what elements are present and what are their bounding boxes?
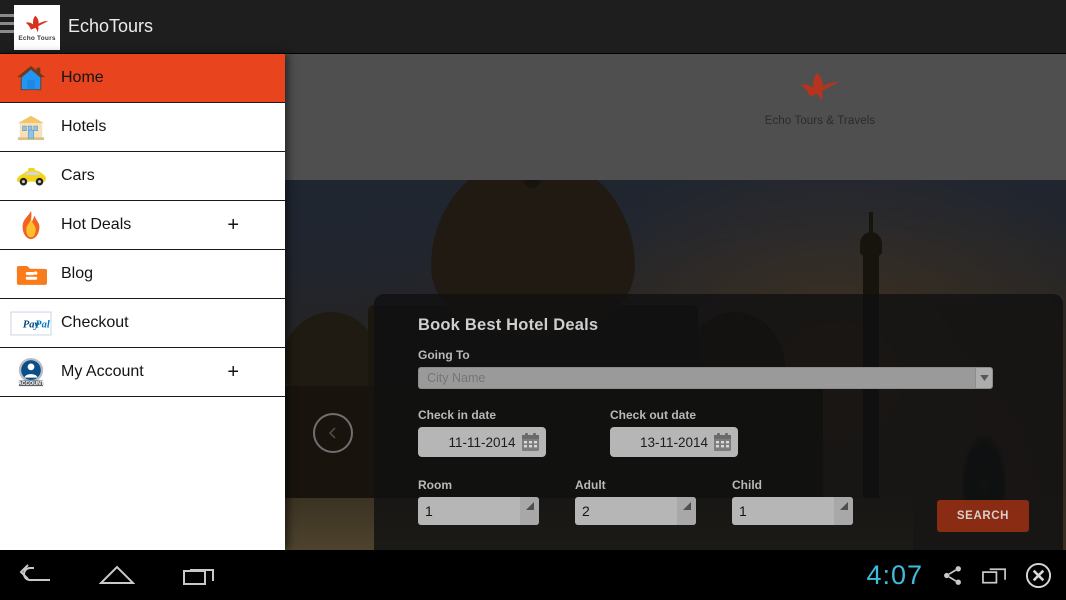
child-group: Child 1: [732, 478, 853, 525]
child-select[interactable]: 1: [732, 497, 853, 525]
app-logo-tile[interactable]: Echo Tours: [14, 5, 60, 50]
checkin-group: Check in date 11-11-2014: [418, 408, 546, 457]
sidebar-item-checkout[interactable]: Pay Pal Checkout: [0, 299, 285, 348]
calendar-icon[interactable]: [713, 432, 732, 452]
search-button[interactable]: SEARCH: [937, 500, 1029, 532]
hotel-icon: [10, 110, 52, 144]
adult-select-arrow[interactable]: [677, 497, 696, 525]
going-to-label: Going To: [418, 348, 470, 362]
sidebar-item-cars[interactable]: Cars: [0, 152, 285, 201]
svg-text:ACCOUNT: ACCOUNT: [18, 381, 45, 387]
city-input[interactable]: [418, 367, 975, 389]
recent-apps-icon[interactable]: [182, 564, 216, 586]
paypal-icon: Pay Pal: [10, 306, 52, 340]
taxi-icon: [10, 159, 52, 193]
sidebar-item-label: My Account: [61, 363, 144, 380]
room-group: Room 1: [418, 478, 539, 525]
caret-down-icon: [839, 502, 848, 510]
app-title: EchoTours: [68, 16, 154, 36]
checkout-date-field[interactable]: 13-11-2014: [610, 427, 738, 457]
adult-select[interactable]: 2: [575, 497, 696, 525]
sidebar-item-label: Cars: [61, 167, 95, 184]
adult-value: 2: [582, 503, 590, 519]
caret-down-icon: [979, 375, 989, 381]
window-icon[interactable]: [982, 564, 1007, 586]
bird-logo-icon: [800, 73, 840, 101]
checkout-group: Check out date 13-11-2014: [610, 408, 738, 457]
back-arrow-icon[interactable]: [18, 564, 52, 586]
adult-label: Adult: [575, 478, 606, 492]
share-icon[interactable]: [941, 564, 964, 587]
system-navigation-bar: 4:07: [0, 550, 1066, 600]
blogger-icon: [10, 257, 52, 291]
bird-logo-icon: [25, 15, 49, 32]
caret-down-icon: [525, 502, 534, 510]
hamburger-icon[interactable]: [0, 14, 14, 38]
android-screen: Echo Tours EchoTours Echo Tours & Travel…: [0, 0, 1066, 600]
house-icon: [10, 61, 52, 95]
booking-panel: Book Best Hotel Deals Going To Check in …: [374, 294, 1063, 550]
sidebar-item-label: Home: [61, 69, 104, 86]
date-row: Check in date 11-11-2014 Check out date …: [418, 408, 1029, 457]
checkin-label: Check in date: [418, 408, 497, 422]
sidebar-item-my-account[interactable]: ACCOUNT My Account +: [0, 348, 285, 397]
checkout-date-value: 13-11-2014: [639, 434, 709, 450]
child-value: 1: [739, 503, 747, 519]
sidebar-item-label: Checkout: [61, 314, 129, 331]
status-clock: 4:07: [866, 559, 923, 590]
carousel-prev-button[interactable]: [313, 413, 353, 453]
adult-group: Adult 2: [575, 478, 696, 525]
flame-icon: [10, 208, 52, 242]
city-field-group: [418, 367, 993, 389]
room-value: 1: [425, 503, 433, 519]
svg-text:Pal: Pal: [35, 319, 50, 330]
app-bar: Echo Tours EchoTours: [0, 0, 1066, 54]
sidebar-item-hotels[interactable]: Hotels: [0, 103, 285, 152]
room-label: Room: [418, 478, 452, 492]
site-logo[interactable]: Echo Tours & Travels: [745, 69, 895, 127]
sidebar-item-home[interactable]: Home: [0, 54, 285, 103]
navigation-drawer: Home Hotels Cars Hot Deals + Blog Pay Pa…: [0, 54, 285, 550]
calendar-icon[interactable]: [521, 432, 540, 452]
checkin-date-field[interactable]: 11-11-2014: [418, 427, 546, 457]
close-circle-icon[interactable]: [1025, 562, 1052, 589]
room-select[interactable]: 1: [418, 497, 539, 525]
sidebar-item-blog[interactable]: Blog: [0, 250, 285, 299]
caret-down-icon: [682, 502, 691, 510]
child-select-arrow[interactable]: [834, 497, 853, 525]
account-icon: ACCOUNT: [10, 355, 52, 389]
site-brand-text: Echo Tours & Travels: [764, 115, 876, 127]
sidebar-expander[interactable]: +: [227, 215, 239, 235]
sidebar-expander[interactable]: +: [227, 362, 239, 382]
logo-tile-text: Echo Tours: [18, 34, 56, 42]
chevron-left-icon: [328, 427, 336, 439]
room-select-arrow[interactable]: [520, 497, 539, 525]
booking-heading: Book Best Hotel Deals: [418, 316, 599, 334]
home-pentagon-icon[interactable]: [99, 564, 135, 586]
child-label: Child: [732, 478, 762, 492]
city-dropdown-button[interactable]: [975, 367, 993, 389]
sidebar-item-label: Blog: [61, 265, 94, 282]
sidebar-item-label: Hotels: [61, 118, 107, 135]
checkin-date-value: 11-11-2014: [448, 434, 516, 450]
sidebar-item-label: Hot Deals: [61, 216, 132, 233]
checkout-label: Check out date: [610, 408, 697, 422]
sidebar-item-hot-deals[interactable]: Hot Deals +: [0, 201, 285, 250]
